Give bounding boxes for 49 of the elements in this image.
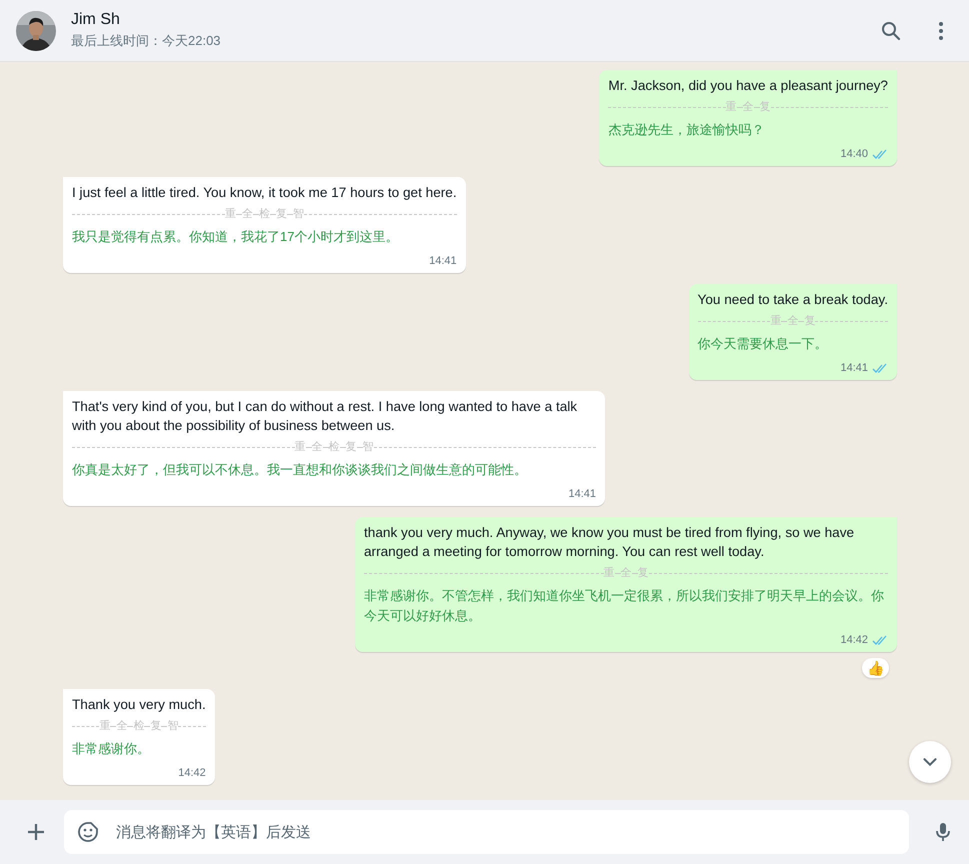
message-text: Mr. Jackson, did you have a pleasant journey? [608, 77, 888, 95]
message-text: I just feel a little tired. You know, it took me 17 hours to get here. [72, 184, 457, 202]
scroll-down-button[interactable] [909, 741, 951, 783]
translation-text: 非常感谢你。不管怎样，我们知道你坐飞机一定很累，所以我们安排了明天早上的会议。你今天可以好好休息。 [364, 587, 885, 625]
message-text: You need to take a break today. [698, 291, 888, 309]
translate-action[interactable]: 智 [167, 719, 178, 733]
translate-action[interactable]: 检 [328, 440, 340, 454]
message-time: 14:40 [840, 148, 868, 160]
message-text: That's very kind of you, but I can do without a rest. I have long wanted to have a talk with you about the possibility of business between us. [72, 398, 578, 435]
translate-action[interactable]: 全 [787, 314, 798, 328]
translate-action[interactable]: 重 [604, 566, 614, 580]
message-time: 14:42 [178, 767, 206, 779]
translate-action[interactable]: 检 [258, 207, 270, 221]
message-time: 14:42 [840, 634, 868, 646]
translate-action[interactable]: 复 [804, 314, 816, 328]
translate-action[interactable]: 检 [133, 719, 144, 733]
translate-action[interactable]: 复 [276, 207, 287, 221]
translation-text: 杰克逊先生，旅途愉快吗？ [608, 121, 766, 139]
translate-action[interactable]: 智 [292, 207, 304, 221]
translate-action[interactable]: 智 [362, 440, 374, 454]
translate-action[interactable]: 全 [116, 719, 128, 733]
translate-action[interactable]: 复 [150, 719, 162, 733]
sticker-icon[interactable] [76, 820, 100, 844]
translation-text: 非常感谢你。 [72, 740, 151, 758]
last-seen-text: 最后上线时间：今天22:03 [71, 32, 222, 50]
message-text: thank you very much. Anyway, we know you must be tired from flying, so we have arranged a meeting for tomorrow morning. You can rest well today. [364, 524, 856, 561]
message-time: 14:41 [840, 362, 868, 374]
translate-action[interactable]: 复 [760, 100, 771, 114]
translate-action[interactable]: 全 [742, 100, 754, 114]
translate-action[interactable]: 重 [770, 314, 782, 328]
translation-text: 我只是觉得有点累。你知道，我花了17个小时才到这里。 [72, 228, 400, 246]
contact-name: Jim Sh [71, 11, 121, 29]
message-time: 14:41 [568, 488, 596, 500]
translate-action[interactable]: 全 [620, 566, 632, 580]
translate-action[interactable]: 全 [242, 207, 253, 221]
translate-action[interactable]: 重 [294, 440, 306, 454]
translation-text: 你今天需要休息一下。 [698, 335, 829, 353]
translate-action[interactable]: 复 [638, 566, 648, 580]
translate-action[interactable]: 全 [312, 440, 322, 454]
translate-action[interactable]: 重 [726, 100, 737, 114]
message-time: 14:41 [429, 255, 457, 267]
message-input[interactable]: 消息将翻译为【英语】后发送 [114, 822, 897, 842]
translate-action[interactable]: 重 [224, 207, 236, 221]
message-text: Thank you very much. [72, 696, 206, 714]
translate-action[interactable]: 重 [99, 719, 110, 733]
reaction-badge[interactable]: 👍 [862, 658, 889, 678]
translation-text: 你真是太好了，但我可以不休息。我一直想和你谈谈我们之间做生意的可能性。 [72, 461, 528, 479]
message-input-field[interactable]: 消息将翻译为【英语】后发送 [64, 810, 909, 854]
translate-action[interactable]: 复 [346, 440, 356, 454]
